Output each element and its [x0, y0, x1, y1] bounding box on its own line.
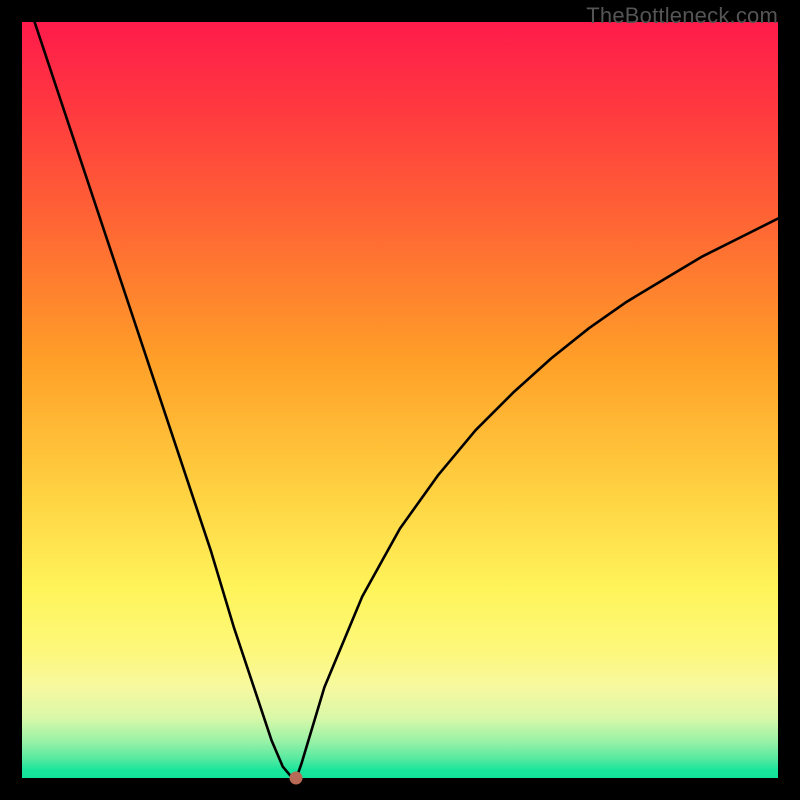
plot-area: [22, 22, 778, 778]
chart-frame: TheBottleneck.com: [0, 0, 800, 800]
minimum-marker: [290, 772, 303, 785]
bottleneck-curve: [22, 22, 778, 778]
watermark-text: TheBottleneck.com: [586, 3, 778, 29]
